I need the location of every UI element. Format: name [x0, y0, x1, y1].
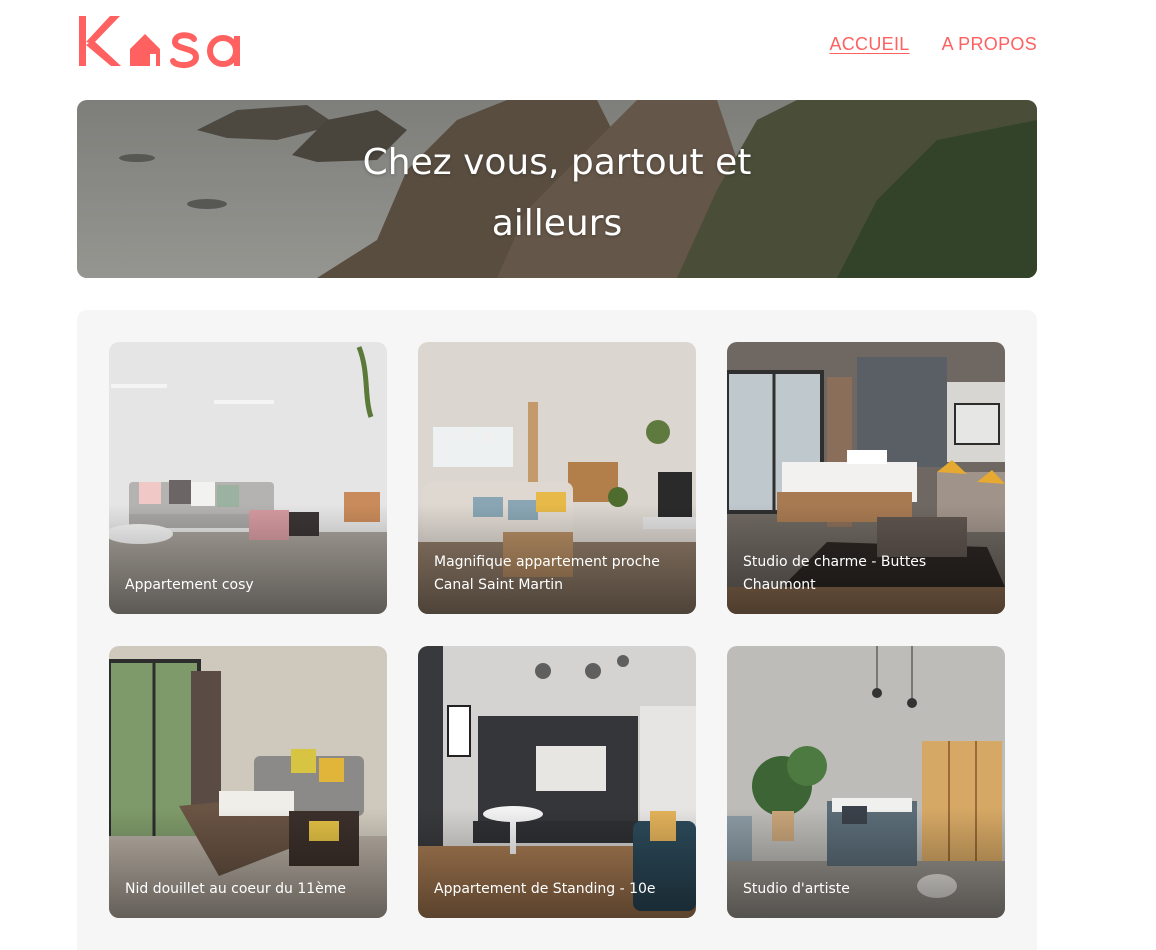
- hero-banner: Chez vous, partout et ailleurs: [77, 100, 1037, 278]
- nav-link-accueil[interactable]: ACCUEIL: [829, 34, 909, 55]
- listing-card-title: Appartement cosy: [125, 577, 254, 593]
- card-shade: [109, 504, 387, 614]
- listing-card-title: Appartement de Standing - 10e: [434, 881, 656, 897]
- listings-gallery: Appartement cosy Magnifique appartement …: [77, 310, 1037, 950]
- listing-card[interactable]: Studio de charme - Buttes Chaumont: [727, 342, 1005, 614]
- card-shade: [109, 808, 387, 918]
- card-shade: [418, 808, 696, 918]
- listing-card[interactable]: Studio d'artiste: [727, 646, 1005, 918]
- banner-title: Chez vous, partout et ailleurs: [362, 142, 752, 244]
- listing-card[interactable]: Appartement cosy: [109, 342, 387, 614]
- nav-link-a-propos[interactable]: A PROPOS: [942, 34, 1037, 55]
- main-nav: ACCUEIL A PROPOS: [829, 34, 1037, 55]
- site-header: ACCUEIL A PROPOS: [77, 12, 1037, 74]
- listing-card[interactable]: Nid douillet au coeur du 11ème: [109, 646, 387, 918]
- listing-card-title: Studio de charme - Buttes Chaumont: [743, 554, 927, 593]
- listing-card-title: Magnifique appartement proche Canal Sain…: [434, 554, 660, 593]
- listing-card[interactable]: Appartement de Standing - 10e: [418, 646, 696, 918]
- kasa-logo[interactable]: [77, 12, 247, 70]
- listing-card-title: Nid douillet au coeur du 11ème: [125, 881, 346, 897]
- card-shade: [727, 808, 1005, 918]
- listing-card-title: Studio d'artiste: [743, 881, 850, 897]
- listing-card[interactable]: Magnifique appartement proche Canal Sain…: [418, 342, 696, 614]
